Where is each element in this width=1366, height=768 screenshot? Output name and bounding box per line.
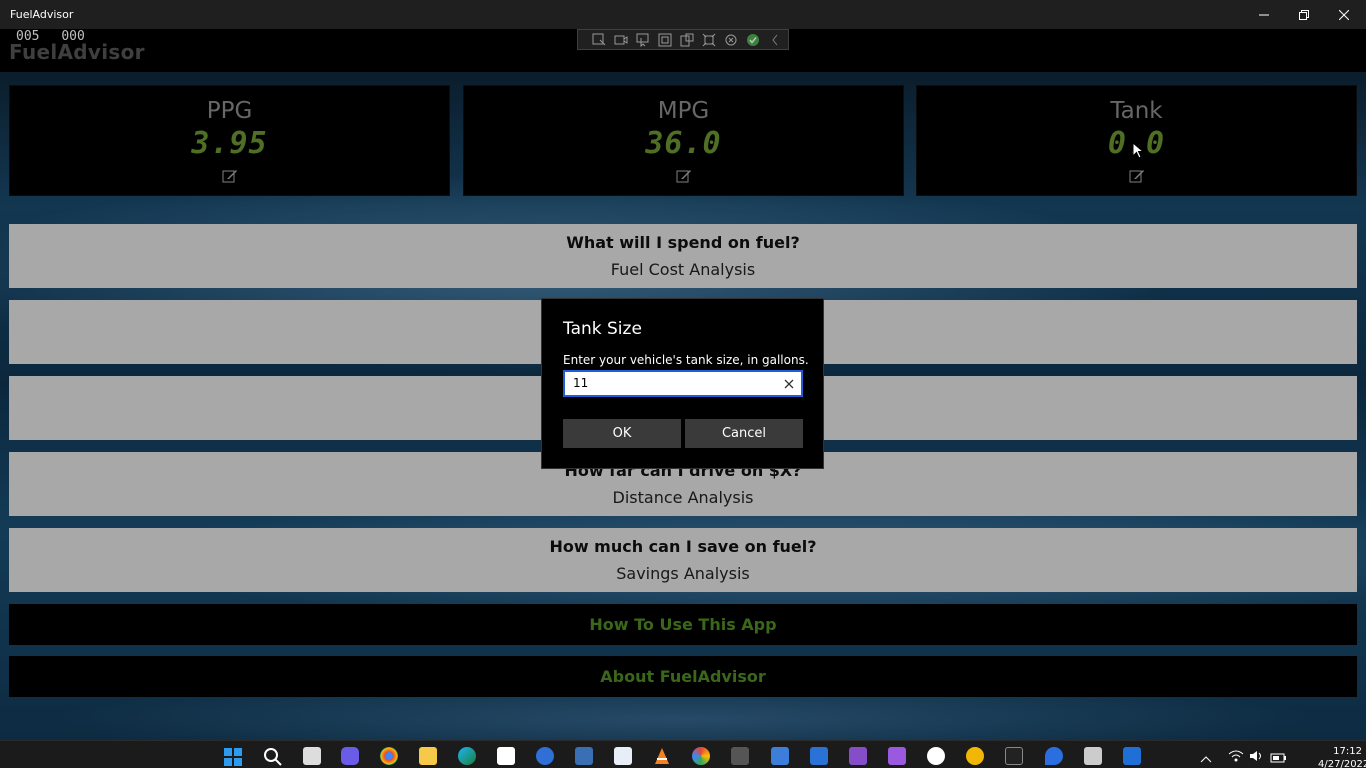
window-titlebar: FuelAdvisor [0, 0, 1366, 29]
clock-time: 17:12 [1333, 746, 1362, 757]
start-icon[interactable] [223, 747, 242, 766]
tank-size-dialog: Tank Size Enter your vehicle's tank size… [541, 298, 824, 469]
document-icon[interactable] [810, 747, 828, 765]
edge-icon[interactable] [458, 747, 476, 765]
battery-icon[interactable] [1270, 749, 1288, 768]
ok-button[interactable]: OK [563, 419, 681, 448]
volume-icon[interactable] [1249, 748, 1263, 767]
file-explorer-icon[interactable] [419, 747, 437, 765]
app-icon-2[interactable] [614, 747, 632, 765]
taskbar: 17:12 4/27/2022 [0, 740, 1366, 768]
search-icon[interactable] [263, 747, 282, 766]
fuel-advisor-app-icon[interactable] [1123, 747, 1141, 765]
visual-studio-icon[interactable] [849, 747, 867, 765]
app-icon-5[interactable] [1084, 747, 1102, 765]
terminal-icon[interactable] [1005, 747, 1023, 765]
store-icon[interactable] [497, 747, 515, 765]
maps-icon[interactable] [1045, 747, 1063, 765]
system-clock[interactable]: 17:12 4/27/2022 [1318, 745, 1366, 768]
close-icon [1339, 9, 1349, 20]
clock-date: 4/27/2022 [1318, 759, 1366, 768]
minimize-button[interactable] [1244, 0, 1284, 29]
tank-size-input[interactable]: 11 [563, 370, 803, 397]
window-title: FuelAdvisor [10, 8, 74, 21]
app-icon-1[interactable] [575, 747, 593, 765]
task-view-icon[interactable] [303, 747, 321, 765]
notepad-icon[interactable] [771, 747, 789, 765]
visual-studio-preview-icon[interactable] [888, 747, 906, 765]
show-hidden-icons-chevron-icon[interactable] [1200, 749, 1212, 768]
app-icon-4[interactable] [966, 747, 984, 765]
wifi-icon[interactable] [1228, 748, 1244, 767]
chrome-canary-icon[interactable] [692, 747, 710, 765]
minimize-icon [1259, 14, 1269, 15]
vlc-icon[interactable] [653, 747, 671, 765]
quick-assist-icon[interactable] [536, 747, 554, 765]
dialog-title: Tank Size [563, 319, 642, 339]
clock-app-icon[interactable] [927, 747, 945, 765]
chrome-icon[interactable] [380, 747, 398, 765]
cancel-button[interactable]: Cancel [685, 419, 803, 448]
restore-icon [1299, 9, 1309, 20]
mouse-cursor-icon [1132, 142, 1144, 159]
close-button[interactable] [1324, 0, 1364, 29]
restore-button[interactable] [1284, 0, 1324, 29]
teams-chat-icon[interactable] [341, 747, 359, 765]
app-icon-3[interactable] [731, 747, 749, 765]
dialog-message: Enter your vehicle's tank size, in gallo… [563, 353, 809, 367]
clear-input-icon[interactable] [782, 376, 796, 390]
